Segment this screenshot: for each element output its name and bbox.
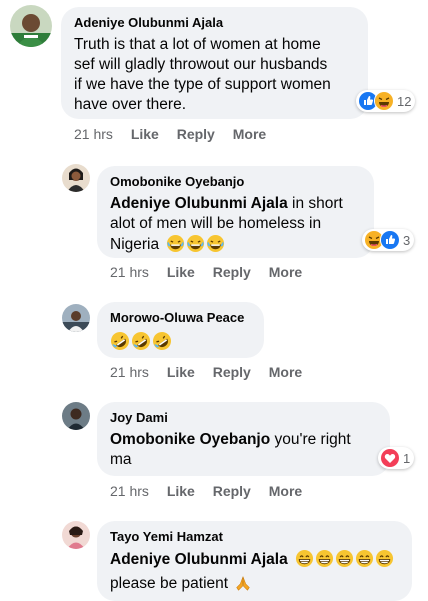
comment-text-fragment: in short bbox=[287, 195, 343, 212]
comment-timestamp: 21 hrs bbox=[110, 264, 149, 280]
laughing-tears-emoji bbox=[186, 234, 205, 259]
comment-author[interactable]: Joy Dami bbox=[110, 410, 168, 425]
reply-button[interactable]: Reply bbox=[213, 364, 251, 380]
reaction-count: 3 bbox=[403, 232, 411, 248]
reply-button[interactable]: Reply bbox=[213, 264, 251, 280]
laughing-tears-emoji bbox=[166, 234, 185, 259]
rofl-emoji bbox=[152, 331, 172, 357]
comment-text-line: Adeniye Olubunmi Ajala bbox=[110, 549, 410, 574]
reaction-summary[interactable]: 3 bbox=[362, 229, 415, 251]
comment-text: Adeniye Olubunmi Ajala please be patient bbox=[110, 549, 410, 598]
reply-button[interactable]: Reply bbox=[177, 126, 215, 142]
comment-text-fragment: Nigeria bbox=[110, 236, 160, 253]
more-button[interactable]: More bbox=[269, 264, 302, 280]
comment-actions: 21 hrs Like Reply More bbox=[110, 364, 302, 380]
mention-link[interactable]: Adeniye Olubunmi Ajala bbox=[110, 195, 288, 212]
comment-author[interactable]: Morowo-Oluwa Peace bbox=[110, 310, 244, 325]
comment-timestamp: 21 hrs bbox=[74, 126, 113, 142]
avatar[interactable] bbox=[62, 304, 90, 332]
comment-text-line: Truth is that a lot of women at home bbox=[74, 36, 321, 53]
like-icon bbox=[380, 230, 400, 250]
comment-text-line: ma bbox=[110, 451, 132, 468]
comment-text bbox=[110, 331, 173, 357]
reply-button[interactable]: Reply bbox=[213, 483, 251, 499]
rofl-emoji bbox=[110, 331, 130, 357]
like-button[interactable]: Like bbox=[131, 126, 159, 142]
comment-text-line: if we have the type of support women bbox=[74, 76, 331, 93]
grinning-emoji bbox=[315, 549, 334, 574]
comment-text-line: Omobonike Oyebanjo you're right bbox=[110, 430, 380, 450]
comment-text-line: Nigeria bbox=[110, 234, 372, 259]
grinning-emoji bbox=[335, 549, 354, 574]
grinning-emoji bbox=[295, 549, 314, 574]
more-button[interactable]: More bbox=[269, 483, 302, 499]
folded-hands-emoji bbox=[234, 574, 252, 598]
comment-author[interactable]: Omobonike Oyebanjo bbox=[110, 174, 244, 189]
rofl-emoji bbox=[131, 331, 151, 357]
reaction-summary[interactable]: 1 bbox=[378, 447, 415, 469]
avatar[interactable] bbox=[10, 5, 52, 47]
comment-text-line: sef will gladly throwout our husbands bbox=[74, 56, 328, 73]
love-icon bbox=[380, 448, 400, 468]
avatar[interactable] bbox=[62, 402, 90, 430]
reaction-summary[interactable]: 12 bbox=[356, 90, 416, 112]
comment-text-line: Adeniye Olubunmi Ajala in short bbox=[110, 194, 372, 214]
like-button[interactable]: Like bbox=[167, 483, 195, 499]
mention-link[interactable]: Adeniye Olubunmi Ajala bbox=[110, 551, 288, 568]
comment-actions: 21 hrs Like Reply More bbox=[74, 126, 266, 142]
comment-text-line: alot of men will be homeless in bbox=[110, 215, 322, 232]
like-button[interactable]: Like bbox=[167, 364, 195, 380]
grinning-emoji bbox=[355, 549, 374, 574]
reaction-count: 1 bbox=[403, 450, 411, 466]
more-button[interactable]: More bbox=[233, 126, 266, 142]
comment-text-fragment: you're right bbox=[270, 431, 351, 448]
avatar[interactable] bbox=[62, 164, 90, 192]
comment-timestamp: 21 hrs bbox=[110, 364, 149, 380]
like-button[interactable]: Like bbox=[167, 264, 195, 280]
comment-author[interactable]: Adeniye Olubunmi Ajala bbox=[74, 15, 223, 30]
laughing-tears-emoji bbox=[206, 234, 225, 259]
comment-text: Truth is that a lot of women at home sef… bbox=[74, 35, 374, 115]
comment-author[interactable]: Tayo Yemi Hamzat bbox=[110, 529, 223, 544]
comment-actions: 21 hrs Like Reply More bbox=[110, 483, 302, 499]
reaction-count: 12 bbox=[397, 93, 412, 109]
comment-timestamp: 21 hrs bbox=[110, 483, 149, 499]
comment-text: Omobonike Oyebanjo you're right ma bbox=[110, 430, 380, 470]
avatar[interactable] bbox=[62, 521, 90, 549]
comment-text: Adeniye Olubunmi Ajala in short alot of … bbox=[110, 194, 372, 259]
haha-icon bbox=[374, 91, 394, 111]
comment-text-line: please be patient bbox=[110, 574, 410, 598]
comment-text-line: have over there. bbox=[74, 96, 187, 113]
comment-text-fragment: please be patient bbox=[110, 575, 229, 592]
grinning-emoji bbox=[375, 549, 394, 574]
mention-link[interactable]: Omobonike Oyebanjo bbox=[110, 431, 270, 448]
comment-actions: 21 hrs Like Reply More bbox=[110, 264, 302, 280]
more-button[interactable]: More bbox=[269, 364, 302, 380]
